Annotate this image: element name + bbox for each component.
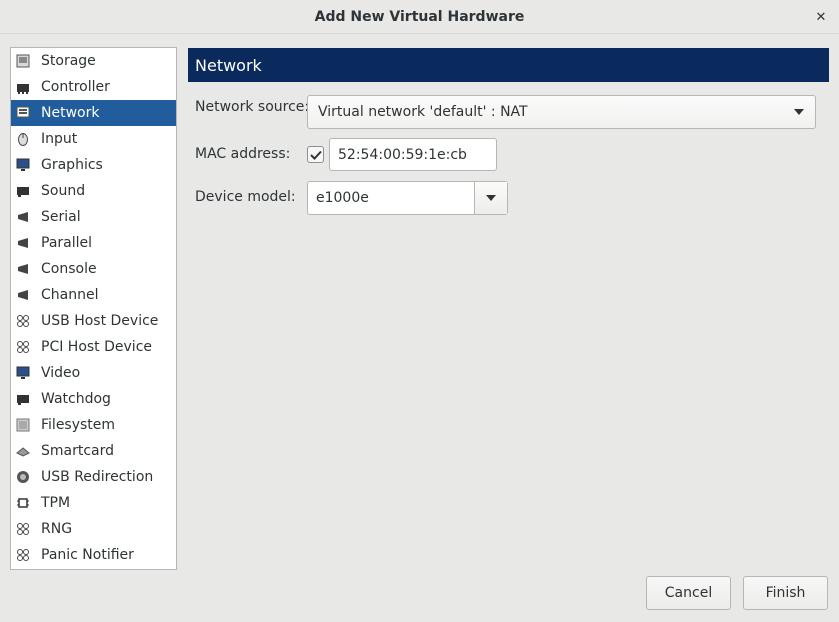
sidebar-item-label: Storage xyxy=(41,53,96,69)
sidebar-item-pci-host-device[interactable]: PCI Host Device xyxy=(11,334,176,360)
serial-port-icon xyxy=(15,210,30,225)
video-monitor-icon xyxy=(15,366,30,381)
checkmark-icon xyxy=(309,150,322,160)
mac-address-input[interactable]: 52:54:00:59:1e:cb xyxy=(329,138,497,171)
sidebar-item-smartcard[interactable]: Smartcard xyxy=(11,438,176,464)
console-port-icon xyxy=(15,262,30,277)
sidebar-item-console[interactable]: Console xyxy=(11,256,176,282)
tpm-chip-icon xyxy=(15,496,30,511)
controller-icon xyxy=(15,80,30,95)
sidebar-item-parallel[interactable]: Parallel xyxy=(11,230,176,256)
sidebar-item-network[interactable]: Network xyxy=(11,100,176,126)
sidebar-item-tpm[interactable]: TPM xyxy=(11,490,176,516)
filesystem-icon xyxy=(15,418,30,433)
network-source-value: Virtual network 'default' : NAT xyxy=(318,104,528,120)
sidebar-item-usb-redirection[interactable]: USB Redirection xyxy=(11,464,176,490)
sidebar-item-label: USB Host Device xyxy=(41,313,159,329)
device-model-combo[interactable]: e1000e xyxy=(307,181,508,215)
title-bar: Add New Virtual Hardware ✕ xyxy=(0,0,839,34)
storage-icon xyxy=(15,54,30,69)
sidebar-item-label: Smartcard xyxy=(41,443,115,459)
sidebar-item-usb-host-device[interactable]: USB Host Device xyxy=(11,308,176,334)
smartcard-icon xyxy=(15,444,30,459)
sidebar-item-controller[interactable]: Controller xyxy=(11,74,176,100)
sidebar-item-storage[interactable]: Storage xyxy=(11,48,176,74)
sidebar-item-rng[interactable]: RNG xyxy=(11,516,176,542)
sidebar-item-label: Console xyxy=(41,261,97,277)
sidebar-item-label: Channel xyxy=(41,287,99,303)
sidebar-item-label: Controller xyxy=(41,79,110,95)
channel-port-icon xyxy=(15,288,30,303)
watchdog-icon xyxy=(15,392,30,407)
mac-address-label: MAC address: xyxy=(195,146,291,162)
dropdown-arrow-icon xyxy=(783,96,815,128)
sidebar-item-label: RNG xyxy=(41,521,73,537)
sidebar-item-input[interactable]: Input xyxy=(11,126,176,152)
sidebar-item-panic-notifier[interactable]: Panic Notifier xyxy=(11,542,176,568)
sidebar-item-graphics[interactable]: Graphics xyxy=(11,152,176,178)
sidebar-item-watchdog[interactable]: Watchdog xyxy=(11,386,176,412)
sidebar-item-label: TPM xyxy=(41,495,71,511)
pci-device-icon xyxy=(15,340,30,355)
panic-notifier-icon xyxy=(15,548,30,563)
monitor-icon xyxy=(15,158,30,173)
network-source-label: Network source: xyxy=(195,99,310,115)
rng-icon xyxy=(15,522,30,537)
device-model-dropdown-icon[interactable] xyxy=(474,182,507,214)
sidebar-item-label: Video xyxy=(41,365,81,381)
sidebar-item-label: Serial xyxy=(41,209,81,225)
network-icon xyxy=(15,106,30,121)
hardware-type-list[interactable]: Storage Controller Network Input Graphics Sou… xyxy=(10,47,177,570)
window-title: Add New Virtual Hardware xyxy=(314,8,525,25)
sidebar-item-label: Input xyxy=(41,131,78,147)
sidebar-item-sound[interactable]: Sound xyxy=(11,178,176,204)
sound-card-icon xyxy=(15,184,30,199)
sidebar-item-label: USB Redirection xyxy=(41,469,154,485)
sidebar-item-label: Network xyxy=(41,105,100,121)
sidebar-item-label: Parallel xyxy=(41,235,93,251)
sidebar-item-channel[interactable]: Channel xyxy=(11,282,176,308)
device-model-value: e1000e xyxy=(316,190,369,206)
usb-redirection-icon xyxy=(15,470,30,485)
sidebar-item-label: PCI Host Device xyxy=(41,339,153,355)
close-icon[interactable]: ✕ xyxy=(811,7,831,27)
parallel-port-icon xyxy=(15,236,30,251)
sidebar-item-label: Sound xyxy=(41,183,86,199)
sidebar-item-filesystem[interactable]: Filesystem xyxy=(11,412,176,438)
sidebar-item-serial[interactable]: Serial xyxy=(11,204,176,230)
network-source-dropdown[interactable]: Virtual network 'default' : NAT xyxy=(307,95,816,129)
device-model-label: Device model: xyxy=(195,189,296,205)
sidebar-item-label: Panic Notifier xyxy=(41,547,134,563)
cancel-button[interactable]: Cancel xyxy=(646,576,731,610)
mouse-icon xyxy=(15,132,30,147)
sidebar-item-label: Graphics xyxy=(41,157,103,173)
usb-device-icon xyxy=(15,314,30,329)
sidebar-item-video[interactable]: Video xyxy=(11,360,176,386)
sidebar-item-label: Filesystem xyxy=(41,417,116,433)
sidebar-item-label: Watchdog xyxy=(41,391,111,407)
finish-button[interactable]: Finish xyxy=(743,576,828,610)
mac-address-checkbox[interactable] xyxy=(307,146,324,163)
section-header: Network xyxy=(188,48,829,82)
